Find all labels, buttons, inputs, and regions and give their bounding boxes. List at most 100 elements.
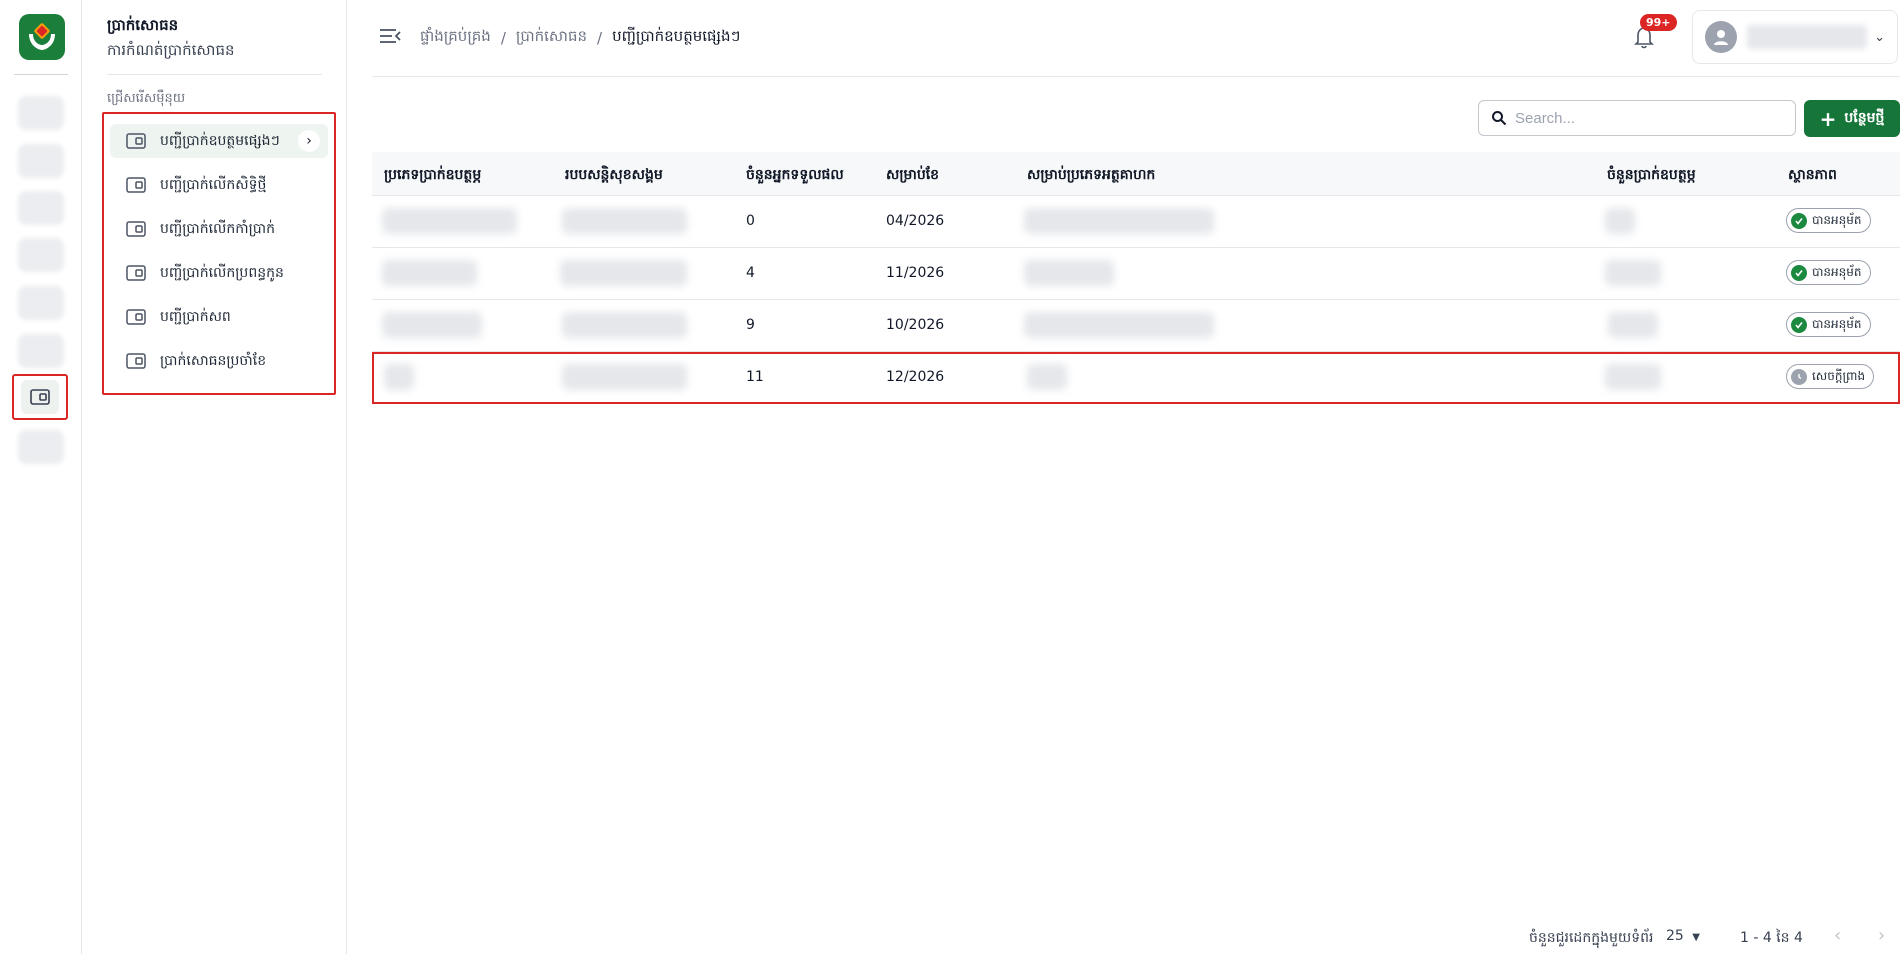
wallet-icon — [126, 309, 146, 325]
allowances-table: ប្រភេទប្រាក់ឧបត្ថម្ភ របបសន្តិសុខសង្គម ចំ… — [372, 152, 1900, 404]
subnav-divider — [107, 74, 322, 75]
plus-icon: + — [1819, 106, 1837, 131]
rows-per-page-value: 25 — [1666, 928, 1684, 944]
column-header[interactable]: ស្ថានភាព — [1788, 165, 1837, 186]
redacted-cell — [1605, 364, 1661, 390]
user-menu[interactable]: ⌄ — [1692, 10, 1898, 64]
check-circle-icon — [1791, 212, 1807, 229]
rail-item[interactable] — [18, 144, 64, 178]
status-text: បានអនុម័ត — [1812, 212, 1862, 227]
redacted-cell — [1605, 260, 1661, 286]
beneficiaries-cell: 0 — [746, 213, 755, 229]
status-text: សេចក្តីព្រាង — [1812, 368, 1866, 383]
menu-item-new-rights[interactable]: បញ្ជីប្រាក់លើកសិទ្ធិថ្មី — [110, 168, 328, 202]
prev-page-icon[interactable]: ‹ — [1834, 925, 1841, 946]
menu-list: បញ្ជីប្រាក់ឧបត្ថមផ្សេងៗ › បញ្ជីប្រាក់លើក… — [102, 112, 336, 395]
header-divider — [372, 76, 1900, 77]
chevron-down-icon: ⌄ — [1874, 29, 1885, 45]
rows-per-page-label: ចំនួនជួរដេកក្នុងមួយទំព័រ — [1529, 930, 1654, 946]
month-cell: 10/2026 — [886, 317, 945, 333]
column-header[interactable]: ប្រភេទប្រាក់ឧបត្ថម្ភ — [384, 165, 481, 186]
breadcrumb-dashboard[interactable]: ផ្ទាំងគ្រប់គ្រង — [420, 27, 491, 49]
status-badge: សេចក្តីព្រាង — [1786, 364, 1875, 389]
redacted-cell — [562, 312, 687, 338]
menu-section-label: ជ្រើសរើសម៉ឺនុយ — [107, 91, 186, 106]
page-range: 1 - 4 នៃ 4 — [1740, 930, 1803, 946]
check-circle-icon — [1791, 316, 1807, 333]
breadcrumb-separator: / — [500, 29, 506, 47]
column-header[interactable]: ចំនួនអ្នកទទួលផល — [746, 165, 844, 186]
wallet-icon — [126, 133, 146, 149]
table-row-highlighted[interactable]: 11 12/2026 សេចក្តីព្រាង — [372, 352, 1900, 404]
breadcrumb-separator: / — [597, 29, 603, 47]
menu-item-label: បញ្ជីប្រាក់សព — [160, 308, 231, 325]
app-logo[interactable] — [19, 14, 65, 60]
icon-rail — [0, 0, 82, 954]
menu-item-monthly-pension[interactable]: ប្រាក់សោធនប្រចាំខែ — [110, 344, 328, 378]
table-row[interactable]: 4 11/2026 បានអនុម័ត — [372, 248, 1900, 300]
add-new-button[interactable]: + បន្ថែមថ្មី — [1804, 100, 1900, 137]
month-cell: 12/2026 — [886, 369, 945, 385]
sub-sidebar: ប្រាក់សោធន ការកំណត់ប្រាក់សោធន ជ្រើសរើសម៉… — [83, 0, 347, 954]
beneficiaries-cell: 4 — [746, 265, 755, 281]
table-row[interactable]: 9 10/2026 បានអនុម័ត — [372, 300, 1900, 352]
menu-item-label: បញ្ជីប្រាក់លើកសិទ្ធិថ្មី — [160, 176, 267, 193]
notification-badge: 99+ — [1640, 14, 1677, 31]
menu-item-family[interactable]: បញ្ជីប្រាក់លើកប្រពន្ធកូន — [110, 256, 328, 290]
wallet-icon — [30, 389, 50, 405]
redacted-cell — [1027, 364, 1067, 390]
redacted-cell — [562, 364, 687, 390]
search-icon — [1492, 111, 1507, 126]
status-badge: បានអនុម័ត — [1786, 208, 1871, 233]
wallet-icon — [126, 265, 146, 281]
redacted-cell — [1024, 312, 1214, 338]
redacted-cell — [1024, 260, 1114, 286]
redacted-cell — [562, 208, 687, 234]
redacted-cell — [382, 312, 482, 338]
table-row[interactable]: 0 04/2026 បានអនុម័ត — [372, 196, 1900, 248]
menu-item-label: បញ្ជីប្រាក់ឧបត្ថមផ្សេងៗ — [160, 132, 280, 149]
menu-item-other-allowances[interactable]: បញ្ជីប្រាក់ឧបត្ថមផ្សេងៗ › — [110, 124, 328, 158]
redacted-cell — [560, 260, 687, 286]
column-header[interactable]: សម្រាប់ខែ — [886, 165, 939, 186]
wallet-icon — [126, 353, 146, 369]
rail-item-pension[interactable] — [12, 374, 68, 420]
rail-item[interactable] — [18, 334, 64, 368]
rail-item[interactable] — [18, 430, 64, 464]
rail-item[interactable] — [18, 96, 64, 130]
hands-logo-icon — [29, 23, 55, 50]
breadcrumb: ផ្ទាំងគ្រប់គ្រង / ប្រាក់សោធន / បញ្ជីប្រា… — [420, 27, 740, 49]
rail-item[interactable] — [18, 286, 64, 320]
chevron-right-icon: › — [298, 130, 320, 152]
status-text: បានអនុម័ត — [1812, 264, 1862, 279]
menu-item-label: បញ្ជីប្រាក់លើកកាំប្រាក់ — [160, 220, 275, 237]
wallet-icon — [126, 177, 146, 193]
check-circle-icon — [1791, 264, 1807, 281]
search-input[interactable] — [1515, 109, 1775, 127]
redacted-cell — [382, 208, 517, 234]
next-page-icon[interactable]: › — [1878, 925, 1885, 946]
column-header[interactable]: ចំនួនប្រាក់ឧបត្ថម្ភ — [1607, 165, 1696, 186]
status-badge: បានអនុម័ត — [1786, 260, 1871, 285]
rail-divider — [14, 74, 68, 75]
user-name-redacted — [1747, 25, 1867, 49]
month-cell: 11/2026 — [886, 265, 945, 281]
search-box[interactable] — [1478, 100, 1796, 136]
rows-per-page-select[interactable]: 25 ▼ — [1666, 928, 1700, 944]
menu-item-funeral[interactable]: បញ្ជីប្រាក់សព — [110, 300, 328, 334]
breadcrumb-pension[interactable]: ប្រាក់សោធន — [516, 27, 587, 49]
status-text: បានអនុម័ត — [1812, 316, 1862, 331]
redacted-cell — [1024, 208, 1214, 234]
column-header[interactable]: សម្រាប់ប្រភេទអត្ថគាហក — [1027, 165, 1155, 186]
top-header: ផ្ទាំងគ្រប់គ្រង / ប្រាក់សោធន / បញ្ជីប្រា… — [348, 0, 1901, 76]
rail-item[interactable] — [18, 191, 64, 225]
column-header[interactable]: របបសន្តិសុខសង្គម — [565, 165, 663, 186]
collapse-menu-icon[interactable] — [378, 26, 402, 46]
menu-item-label: ប្រាក់សោធនប្រចាំខែ — [160, 352, 267, 369]
beneficiaries-cell: 11 — [746, 369, 764, 385]
avatar — [1705, 21, 1737, 53]
menu-item-salary-step[interactable]: បញ្ជីប្រាក់លើកកាំប្រាក់ — [110, 212, 328, 246]
redacted-cell — [1605, 208, 1635, 234]
rail-item[interactable] — [18, 238, 64, 272]
breadcrumb-current: បញ្ជីប្រាក់ឧបត្ថមផ្សេងៗ — [612, 27, 741, 45]
